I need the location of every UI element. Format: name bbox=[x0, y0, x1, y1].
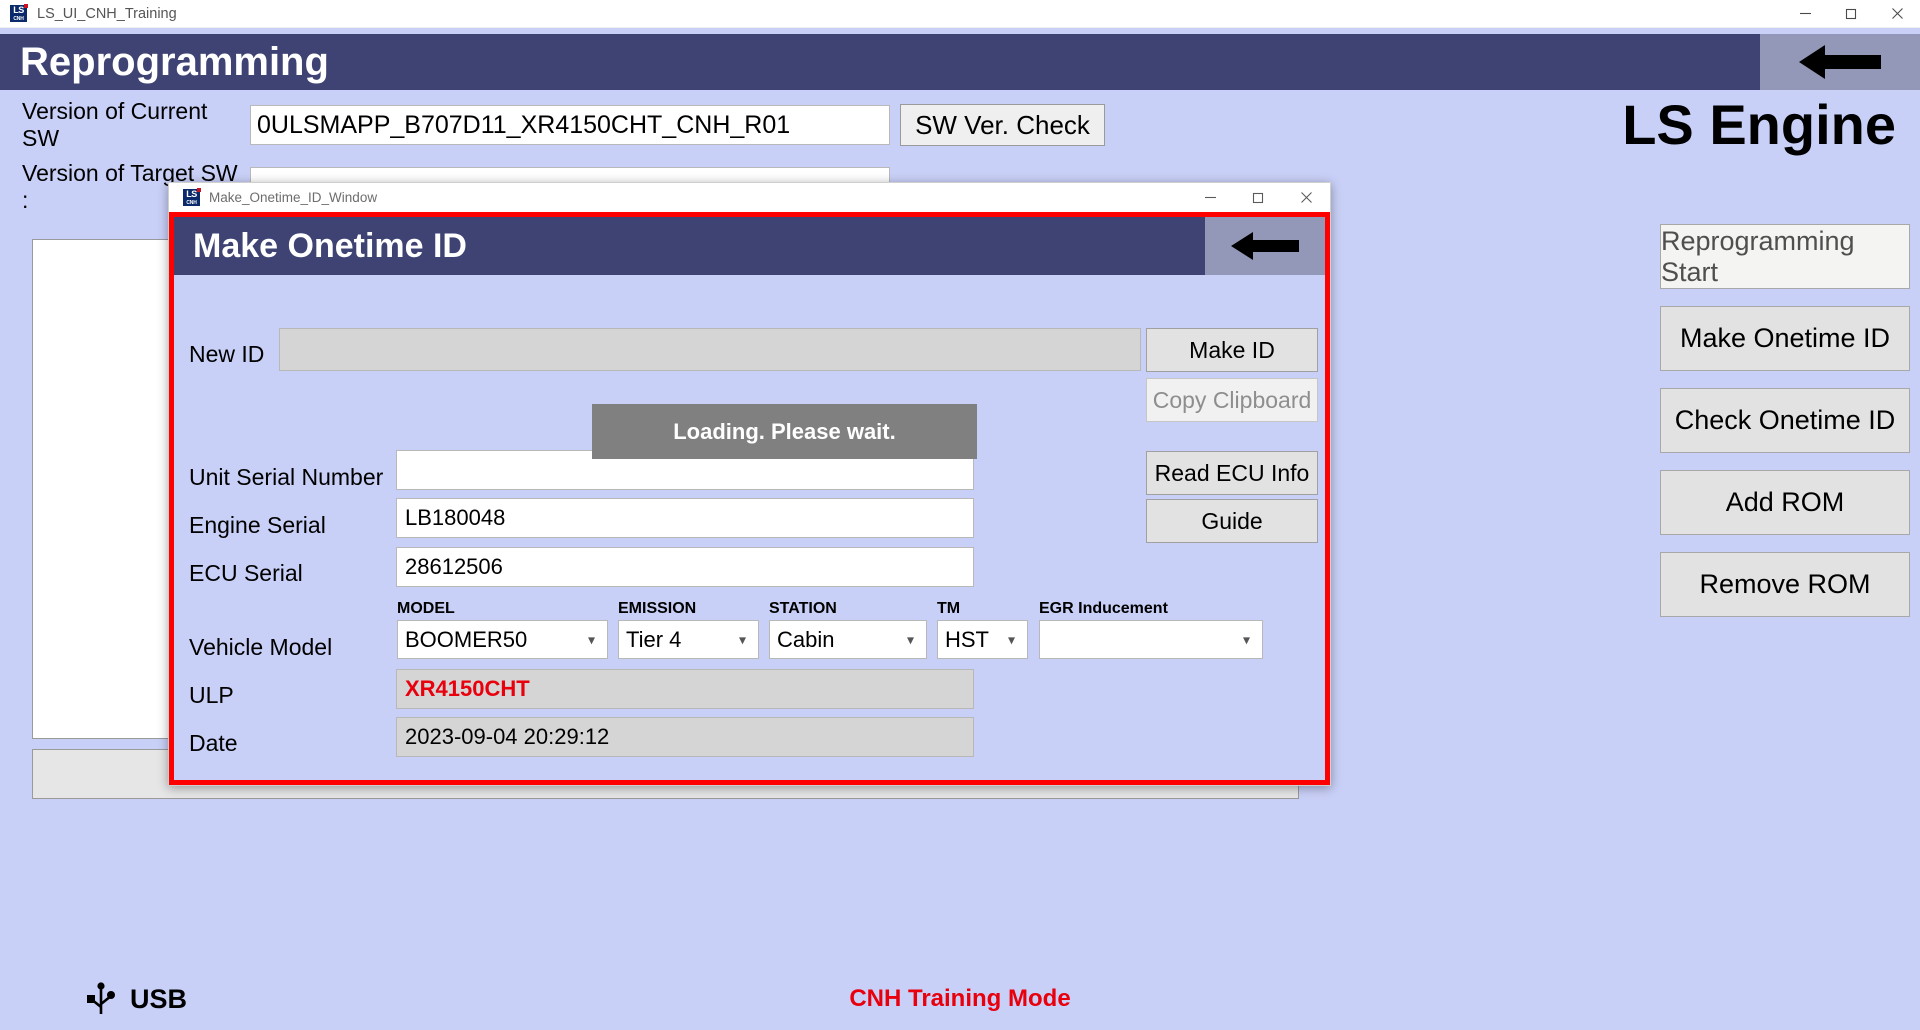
model-combo-group: MODEL BOOMER50 ▾ bbox=[397, 600, 608, 659]
minimize-icon[interactable] bbox=[1782, 0, 1828, 28]
station-value: Cabin bbox=[777, 626, 835, 652]
new-id-field[interactable] bbox=[279, 328, 1141, 371]
dialog-window-controls bbox=[1186, 183, 1330, 212]
remove-rom-button[interactable]: Remove ROM bbox=[1660, 552, 1910, 617]
dialog-highlight-frame: Make Onetime ID New ID Loading. Please w… bbox=[169, 212, 1330, 785]
right-sidebar: Reprogramming Start Make Onetime ID Chec… bbox=[1660, 224, 1910, 617]
usb-label: USB bbox=[130, 983, 188, 1014]
check-onetime-id-button[interactable]: Check Onetime ID bbox=[1660, 388, 1910, 453]
dialog-back-button[interactable] bbox=[1205, 217, 1325, 275]
vehicle-model-label: Vehicle Model bbox=[189, 634, 333, 660]
station-select[interactable]: Cabin ▾ bbox=[769, 620, 927, 659]
read-ecu-info-button[interactable]: Read ECU Info bbox=[1146, 451, 1318, 495]
tm-select[interactable]: HST ▾ bbox=[937, 620, 1028, 659]
maximize-icon[interactable] bbox=[1234, 183, 1282, 212]
ulp-label: ULP bbox=[189, 682, 234, 708]
reprogramming-start-button[interactable]: Reprogramming Start bbox=[1660, 224, 1910, 289]
os-window-controls bbox=[1782, 0, 1920, 28]
close-icon[interactable] bbox=[1282, 183, 1330, 212]
dialog-window-title: Make_Onetime_ID_Window bbox=[209, 190, 378, 205]
app-banner: Reprogramming bbox=[0, 34, 1920, 90]
tm-label: TM bbox=[937, 600, 961, 617]
emission-value: Tier 4 bbox=[626, 626, 682, 652]
minimize-icon[interactable] bbox=[1186, 183, 1234, 212]
add-rom-button[interactable]: Add ROM bbox=[1660, 470, 1910, 535]
chevron-down-icon: ▾ bbox=[906, 631, 914, 647]
usb-status: USB bbox=[0, 982, 187, 1016]
station-label: STATION bbox=[769, 600, 837, 617]
logo-accent bbox=[24, 4, 28, 8]
os-window-title: LS_UI_CNH_Training bbox=[37, 5, 177, 22]
logo-accent bbox=[197, 188, 201, 192]
chevron-down-icon: ▾ bbox=[738, 631, 746, 647]
emission-select[interactable]: Tier 4 ▾ bbox=[618, 620, 759, 659]
engine-serial-field[interactable]: LB180048 bbox=[396, 498, 974, 538]
loading-indicator: Loading. Please wait. bbox=[592, 404, 977, 459]
copy-clipboard-button[interactable]: Copy Clipboard bbox=[1146, 378, 1318, 422]
make-onetime-id-button[interactable]: Make Onetime ID bbox=[1660, 306, 1910, 371]
sw-ver-check-button[interactable]: SW Ver. Check bbox=[900, 104, 1105, 146]
emission-label: EMISSION bbox=[618, 600, 697, 617]
make-id-button[interactable]: Make ID bbox=[1146, 328, 1318, 372]
logo-bottom-text: CNH bbox=[10, 16, 27, 22]
station-combo-group: STATION Cabin ▾ bbox=[769, 600, 927, 659]
chevron-down-icon: ▾ bbox=[1007, 631, 1015, 647]
dialog-titlebar: LS CNH Make_Onetime_ID_Window bbox=[169, 183, 1330, 212]
egr-inducement-select[interactable]: ▾ bbox=[1039, 620, 1263, 659]
os-title-left: LS CNH LS_UI_CNH_Training bbox=[0, 4, 177, 22]
page-title: Reprogramming bbox=[20, 40, 329, 84]
logo-bottom-text: CNH bbox=[183, 200, 200, 206]
chevron-down-icon: ▾ bbox=[1242, 631, 1250, 647]
current-sw-input[interactable]: 0ULSMAPP_B707D11_XR4150CHT_CNH_R01 bbox=[250, 105, 890, 145]
egr-combo-group: EGR Inducement ▾ bbox=[1039, 600, 1263, 659]
dialog-content: New ID Loading. Please wait. Unit Serial… bbox=[174, 275, 1325, 780]
unit-serial-label: Unit Serial Number bbox=[189, 464, 384, 490]
engine-serial-label: Engine Serial bbox=[189, 512, 326, 538]
model-select[interactable]: BOOMER50 ▾ bbox=[397, 620, 608, 659]
date-label: Date bbox=[189, 730, 238, 756]
close-icon[interactable] bbox=[1874, 0, 1920, 28]
new-id-label: New ID bbox=[189, 341, 265, 367]
chevron-down-icon: ▾ bbox=[587, 631, 595, 647]
model-value: BOOMER50 bbox=[405, 626, 528, 652]
os-titlebar: LS CNH LS_UI_CNH_Training bbox=[0, 0, 1920, 28]
emission-combo-group: EMISSION Tier 4 ▾ bbox=[618, 600, 759, 659]
ulp-field: XR4150CHT bbox=[396, 669, 974, 709]
dialog-title: Make Onetime ID bbox=[193, 226, 467, 265]
model-label: MODEL bbox=[397, 600, 455, 617]
ecu-serial-field[interactable]: 28612506 bbox=[396, 547, 974, 587]
tm-combo-group: TM HST ▾ bbox=[937, 600, 1028, 659]
guide-button[interactable]: Guide bbox=[1146, 499, 1318, 543]
ls-cnh-logo-icon: LS CNH bbox=[10, 4, 28, 22]
dialog-title-left: LS CNH Make_Onetime_ID_Window bbox=[169, 188, 378, 206]
dialog-banner: Make Onetime ID bbox=[174, 217, 1325, 275]
arrow-left-icon bbox=[1231, 232, 1299, 260]
status-bar: USB CNH Training Mode bbox=[0, 968, 1920, 1030]
arrow-left-icon bbox=[1799, 45, 1881, 79]
ecu-serial-label: ECU Serial bbox=[189, 560, 303, 586]
ls-engine-brand-label: LS Engine bbox=[1622, 93, 1896, 156]
make-onetime-id-dialog: LS CNH Make_Onetime_ID_Window Make Oneti… bbox=[168, 182, 1331, 786]
egr-inducement-label: EGR Inducement bbox=[1039, 600, 1168, 617]
ls-cnh-logo-icon: LS CNH bbox=[183, 188, 201, 206]
usb-icon bbox=[87, 982, 115, 1014]
maximize-icon[interactable] bbox=[1828, 0, 1874, 28]
tm-value: HST bbox=[945, 626, 989, 652]
date-field: 2023-09-04 20:29:12 bbox=[396, 717, 974, 757]
current-sw-label: Version of Current SW bbox=[22, 98, 208, 151]
back-button[interactable] bbox=[1760, 34, 1920, 90]
training-mode-label: CNH Training Mode bbox=[849, 985, 1071, 1012]
ulp-value: XR4150CHT bbox=[405, 676, 530, 701]
